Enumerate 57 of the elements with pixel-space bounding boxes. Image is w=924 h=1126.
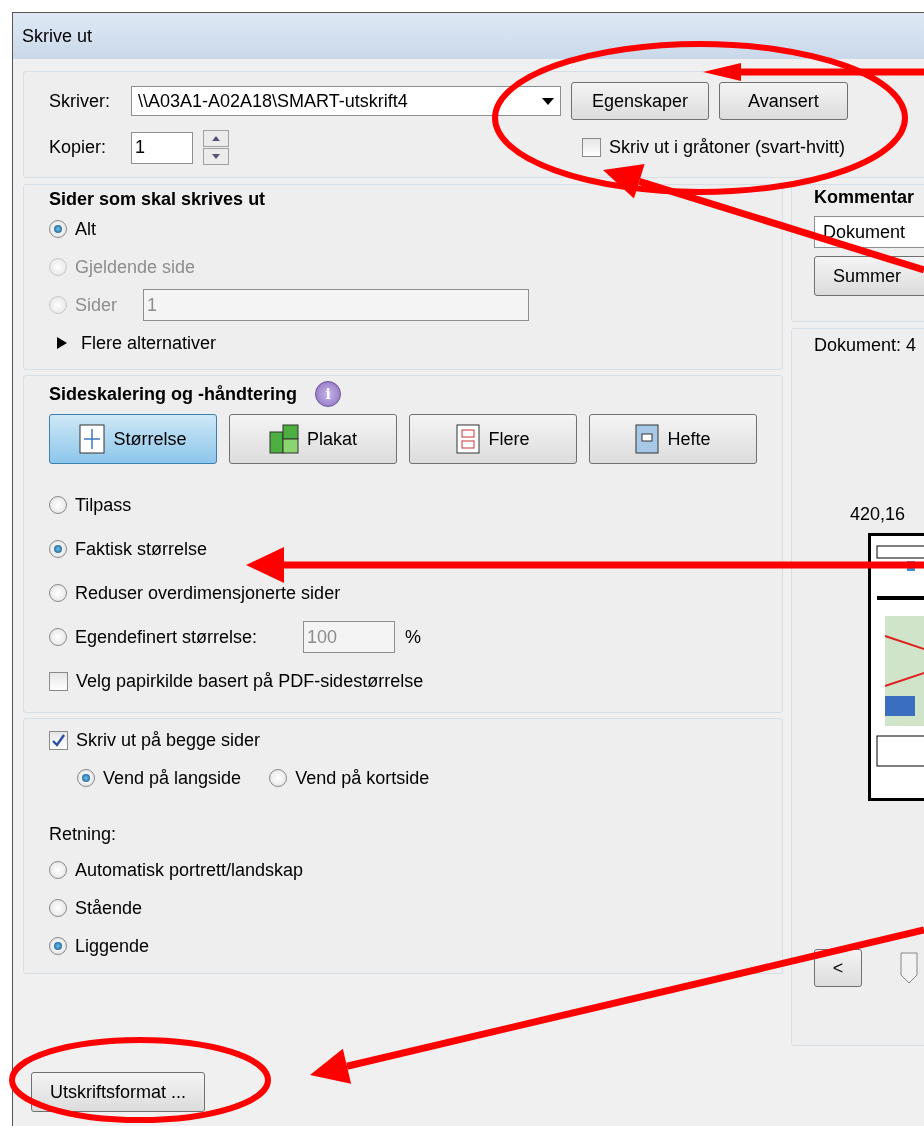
option-label: Vend på langside [103, 767, 242, 789]
mode-button[interactable]: Plakat [229, 414, 397, 464]
option-label: Automatisk portrett/landskap [75, 859, 304, 881]
advanced-button[interactable]: Avansert [719, 82, 848, 120]
radio-button[interactable] [49, 220, 67, 238]
option-label: Stående [75, 897, 143, 919]
option-label: Liggende [75, 935, 150, 957]
option-label: Reduser overdimensjonerte sider [75, 582, 341, 604]
option-label: Sider [75, 294, 119, 316]
booklet-icon [635, 424, 660, 454]
copies-field[interactable]: 1 [131, 131, 193, 164]
page-size-label: 420,16 [850, 504, 907, 525]
checkbox[interactable] [49, 671, 68, 691]
paper-source-label: Velg papirkilde basert på PDF-sidestørrelse [76, 670, 424, 692]
printer-label: Skriver: [49, 90, 111, 112]
option-label: Tilpass [75, 494, 132, 516]
window-title: Skrive ut [22, 25, 93, 47]
tiled-pages-icon [269, 424, 299, 454]
radio-button[interactable] [49, 628, 67, 646]
radio-button[interactable] [49, 937, 67, 955]
radio-button[interactable] [77, 769, 95, 787]
radio-button[interactable] [269, 769, 288, 787]
duplex-label: Skriv ut på begge sider [76, 729, 261, 751]
grayscale-label: Skriv ut i gråtoner (svart-hvitt) [609, 137, 846, 158]
option-label: Vend på kortside [295, 767, 430, 789]
copies-spinner[interactable] [203, 130, 229, 165]
slider-thumb-icon[interactable] [900, 952, 918, 984]
option-label: Gjeldende side [75, 256, 196, 278]
radio-button[interactable] [49, 861, 67, 879]
radio-button[interactable] [49, 496, 67, 514]
copies-label: Kopier: [49, 137, 108, 158]
mode-button[interactable]: Flere [409, 414, 577, 464]
summarize-button[interactable]: Summer [814, 256, 924, 296]
checkbox[interactable] [49, 730, 68, 750]
section-title: Sideskalering og -håndtering [49, 383, 298, 405]
radio-button[interactable] [49, 584, 67, 602]
mode-button[interactable]: Størrelse [49, 414, 217, 464]
option-label: Faktisk størrelse [75, 538, 207, 560]
caret-icon [542, 97, 554, 105]
page-setup-button[interactable]: Utskriftsformat ... [31, 1072, 205, 1112]
expand-triangle-icon[interactable] [57, 337, 67, 349]
option-label: Egendefinert størrelse: [75, 626, 258, 648]
radio-button[interactable] [49, 540, 67, 558]
more-options-label[interactable]: Flere alternativer [81, 332, 217, 354]
printer-dropdown[interactable]: \\A03A1-A02A18\SMART-utskrift4 [131, 86, 561, 116]
orientation-label: Retning: [49, 824, 117, 845]
option-label: Alt [75, 218, 96, 240]
section-title: Sider som skal skrives ut [49, 189, 267, 210]
checkbox[interactable] [582, 138, 601, 157]
comments-dropdown[interactable]: Dokument [814, 216, 924, 248]
properties-button[interactable]: Egenskaper [571, 82, 710, 120]
multiple-pages-icon [456, 424, 481, 454]
document-label: Dokument: 4 [814, 335, 918, 356]
section-title: Kommentar [814, 187, 916, 208]
mode-button[interactable]: Hefte [589, 414, 757, 464]
radio-button[interactable] [49, 899, 67, 917]
percent-label: % [405, 626, 422, 648]
